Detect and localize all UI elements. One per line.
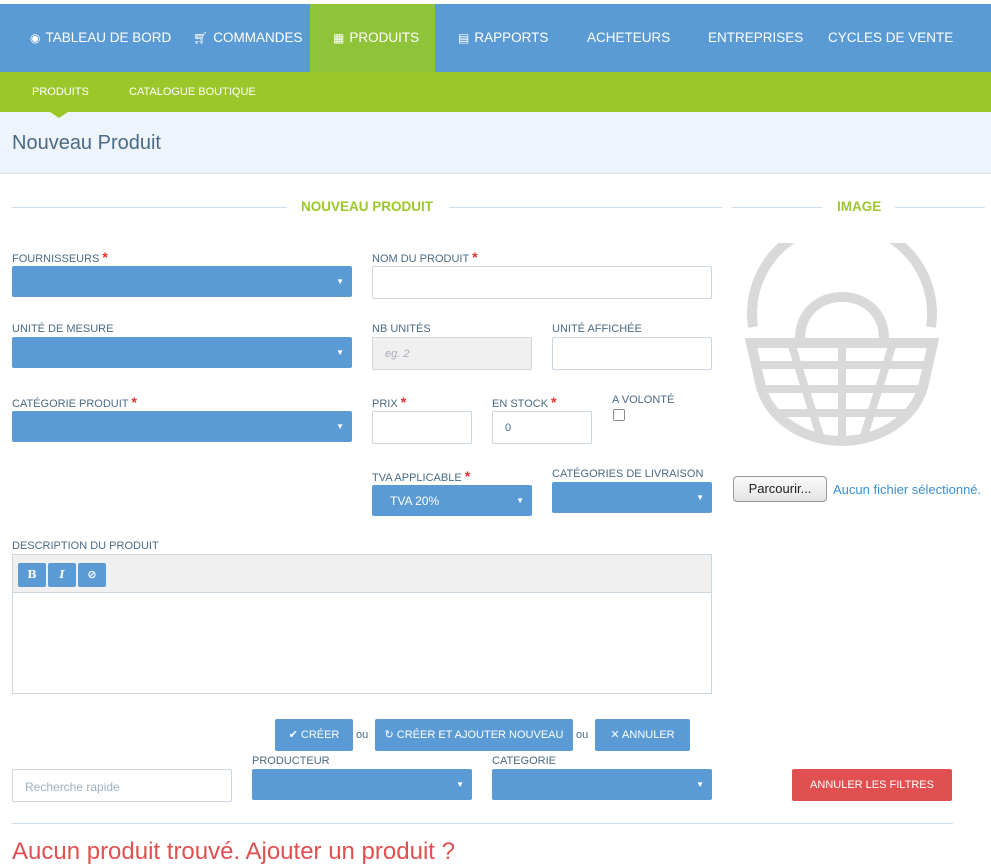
section-divider-right [895,207,985,208]
or-separator: ou [356,729,369,741]
dashboard-icon: ◉ [30,31,41,45]
sub-navigation: PRODUITS CATALOGUE BOUTIQUE [0,72,991,112]
nav-commandes[interactable]: 🛒︎ COMMANDES [193,4,303,72]
nb-unites-placeholder: eg. 2 [385,348,410,360]
prix-input[interactable] [372,411,472,444]
refresh-icon: ↻ [384,729,394,741]
categorie-produit-select[interactable]: ▼ [12,411,352,442]
unite-affichee-label: UNITÉ AFFICHÉE [552,323,642,335]
subnav-pointer [50,112,68,118]
section-divider-left [12,207,287,208]
no-file-selected-text: Aucun fichier sélectionné. [833,482,982,497]
producteur-select[interactable]: ▼ [252,769,472,800]
nb-unites-input[interactable]: eg. 2 [372,337,532,370]
page-title: Nouveau Produit [12,132,161,154]
cancel-button[interactable]: ✕ ANNULER [595,719,690,751]
grid-icon: ▦ [333,31,345,45]
create-and-add-new-button[interactable]: ↻ CRÉER ET AJOUTER NOUVEAU [375,719,573,751]
producteur-label: PRODUCTEUR [252,755,330,767]
subnav-catalogue-boutique[interactable]: CATALOGUE BOUTIQUE [129,72,256,112]
section-divider-right [449,207,722,208]
fournisseurs-select[interactable]: ▼ [12,266,352,297]
nav-tableau-de-bord[interactable]: ◉ TABLEAU DE BORD [30,4,171,72]
categories-livraison-label: CATÉGORIES DE LIVRAISON [552,468,704,480]
section-header-nouveau-produit: NOUVEAU PRODUIT [12,197,722,217]
document-icon: ▤ [458,31,470,45]
quick-search-input[interactable]: Recherche rapide [12,769,232,802]
unite-mesure-label: UNITÉ DE MESURE [12,323,114,335]
description-editor: B I ⊘ [12,554,712,694]
subnav-produits[interactable]: PRODUITS [32,72,89,112]
top-navigation: ◉ TABLEAU DE BORD 🛒︎ COMMANDES ▦ PRODUITS ▤… [0,4,991,72]
tva-label: TVA APPLICABLE * [372,468,471,484]
description-textarea[interactable] [13,594,711,693]
or-separator: ou [576,729,589,741]
basket-placeholder-icon [745,243,939,447]
nav-acheteurs[interactable]: ACHETEURS [587,4,670,72]
dropdown-arrow-icon: ▼ [336,422,344,431]
categorie-filter-label: CATEGORIE [492,755,556,767]
unite-affichee-input[interactable] [552,337,712,370]
tva-selected-value: TVA 20% [390,494,440,508]
editor-toolbar: B I ⊘ [13,555,711,593]
a-volonte-label: A VOLONTÉ [612,394,675,406]
categorie-produit-label: CATÉGORIE PRODUIT * [12,394,137,410]
dropdown-arrow-icon: ▼ [696,493,704,502]
reset-filters-button[interactable]: ANNULER LES FILTRES [792,769,952,801]
description-label: DESCRIPTION DU PRODUIT [12,540,159,552]
nav-rapports[interactable]: ▤ RAPPORTS [458,4,548,72]
no-products-message[interactable]: Aucun produit trouvé. Ajouter un produit… [12,838,455,866]
en-stock-input[interactable]: 0 [492,411,592,444]
bold-button[interactable]: B [18,563,46,587]
dropdown-arrow-icon: ▼ [336,348,344,357]
nav-produits[interactable]: ▦ PRODUITS [310,4,435,72]
italic-button[interactable]: I [48,563,76,587]
nom-produit-label: NOM DU PRODUIT * [372,249,478,265]
close-icon: ✕ [610,729,620,741]
nav-entreprises[interactable]: ENTREPRISES [708,4,803,72]
fournisseurs-label: FOURNISSEURS * [12,249,108,265]
a-volonte-checkbox[interactable] [613,409,625,421]
create-button[interactable]: ✔ CRÉER [275,719,353,751]
title-bar: Nouveau Produit [0,112,991,174]
en-stock-value: 0 [505,422,512,434]
section-header-image: IMAGE [732,197,985,217]
quick-search-placeholder: Recherche rapide [25,780,120,794]
unite-mesure-select[interactable]: ▼ [12,337,352,368]
results-divider [12,823,953,824]
dropdown-arrow-icon: ▼ [696,780,704,789]
section-title-image: IMAGE [837,199,882,214]
prix-label: PRIX * [372,394,407,410]
categorie-filter-select[interactable]: ▼ [492,769,712,800]
categories-livraison-select[interactable]: ▼ [552,482,712,513]
section-divider-left [732,207,822,208]
dropdown-arrow-icon: ▼ [516,496,524,505]
clear-format-button[interactable]: ⊘ [78,563,106,587]
nb-unites-label: NB UNITÉS [372,323,431,335]
en-stock-label: EN STOCK * [492,394,557,410]
cart-icon: 🛒︎ [193,31,209,45]
nav-cycles-de-vente[interactable]: CYCLES DE VENTE [828,4,953,72]
section-title-nouveau-produit: NOUVEAU PRODUIT [301,199,434,214]
tva-select[interactable]: TVA 20% ▼ [372,485,532,516]
nom-produit-input[interactable] [372,266,712,299]
dropdown-arrow-icon: ▼ [456,780,464,789]
browse-file-button[interactable]: Parcourir... [733,476,827,502]
dropdown-arrow-icon: ▼ [336,277,344,286]
check-icon: ✔ [288,729,298,741]
